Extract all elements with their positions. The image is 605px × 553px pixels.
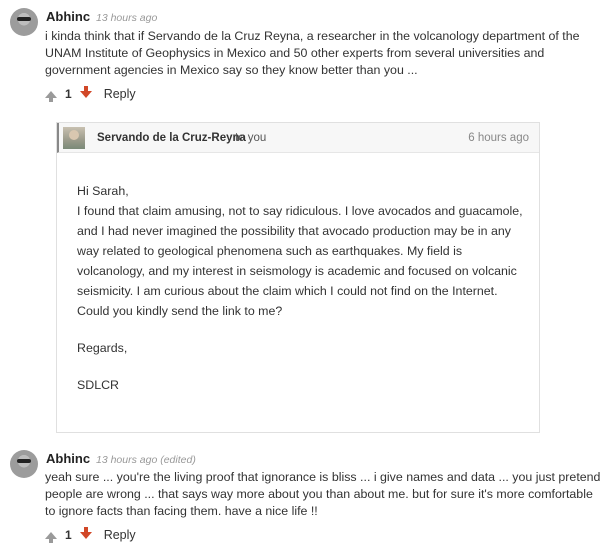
avatar[interactable] [10,8,38,36]
quoted-message-card: Servando de la Cruz-Reyna to you 6 hours… [56,122,540,433]
message-greeting: Hi Sarah, [77,184,129,198]
comment-author[interactable]: Abhinc [46,9,90,24]
message-timestamp: 6 hours ago [468,132,529,144]
comment-timestamp[interactable]: 13 hours ago [96,12,157,24]
comment-text: i kinda think that if Servando de la Cru… [45,29,580,77]
downvote-icon[interactable] [79,526,92,539]
avatar[interactable] [10,450,38,478]
reply-button[interactable]: Reply [104,528,136,542]
message-paragraph: I found that claim amusing, not to say r… [77,204,523,318]
vote-controls: 1 Reply [45,85,136,102]
comment-author[interactable]: Abhinc [46,451,90,466]
message-author: Servando de la Cruz-Reyna [97,132,246,144]
message-body: Hi Sarah, I found that claim amusing, no… [77,181,527,395]
avatar [63,127,85,149]
vote-controls: 1 Reply [45,526,136,543]
comment-text: yeah sure ... you're the living proof th… [45,470,601,518]
message-recipient: to you [235,132,267,144]
message-signature: SDLCR [77,378,119,392]
comment-timestamp[interactable]: 13 hours ago (edited) [96,454,196,466]
message-header: Servando de la Cruz-Reyna to you 6 hours… [57,123,539,153]
reply-button[interactable]: Reply [104,87,136,101]
upvote-icon[interactable] [45,531,57,543]
vote-count: 1 [65,528,72,542]
vote-count: 1 [65,87,72,101]
downvote-icon[interactable] [79,85,92,98]
upvote-icon[interactable] [45,90,57,102]
message-closing: Regards, [77,341,128,355]
